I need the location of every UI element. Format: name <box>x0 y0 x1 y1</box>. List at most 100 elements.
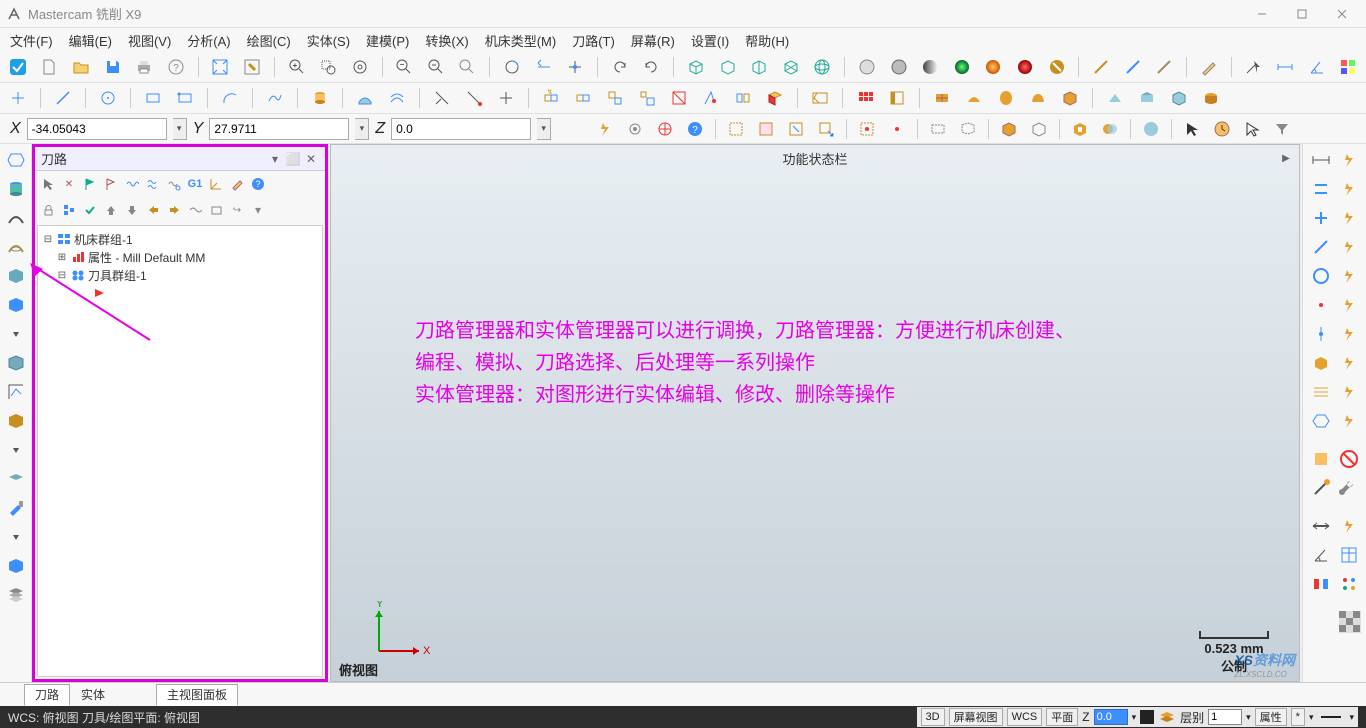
status-star-button[interactable]: * <box>1291 708 1305 726</box>
xform-3-icon[interactable] <box>603 86 627 110</box>
r-circle-icon[interactable] <box>1309 264 1333 288</box>
surf-g-icon[interactable] <box>1135 86 1159 110</box>
surface-2-icon[interactable] <box>385 86 409 110</box>
status-linetype-dd-icon[interactable]: ▾ <box>1349 712 1354 723</box>
point-icon[interactable] <box>6 86 30 110</box>
ribbon-curve-icon[interactable] <box>4 206 28 230</box>
ptb-up-icon[interactable] <box>102 201 120 219</box>
solid-sphere-icon[interactable] <box>1139 117 1163 141</box>
ribbon-drop2-icon[interactable] <box>4 438 28 462</box>
menu-screen[interactable]: 屏幕(R) <box>625 29 681 52</box>
ptb-flagx-icon[interactable] <box>102 175 120 193</box>
circle-tool-icon[interactable] <box>96 86 120 110</box>
status-layer-icon[interactable] <box>1158 710 1176 724</box>
status-color-swatch[interactable] <box>1140 710 1154 724</box>
solid-cut-icon[interactable] <box>1068 117 1092 141</box>
r-diag-icon[interactable] <box>1309 235 1333 259</box>
menu-solid[interactable]: 实体(S) <box>301 29 356 52</box>
ptb-wave-icon[interactable] <box>123 175 141 193</box>
solid-wire-icon[interactable] <box>1027 117 1051 141</box>
pan-view-icon[interactable] <box>563 55 587 79</box>
r-probe-icon[interactable] <box>1309 476 1333 500</box>
ribbon-box-icon[interactable] <box>4 409 28 433</box>
grid-icon[interactable] <box>853 86 877 110</box>
ptb-q-icon[interactable]: ↪ <box>228 201 246 219</box>
tree-tool-group[interactable]: ⊟ 刀具群组-1 <box>42 266 318 284</box>
status-attr-button[interactable]: 属性 <box>1255 708 1287 726</box>
ribbon-cyl-icon[interactable] <box>4 177 28 201</box>
ptb-cursor-icon[interactable] <box>39 175 57 193</box>
trim-3-icon[interactable] <box>494 86 518 110</box>
r-dott-icon[interactable] <box>1309 322 1333 346</box>
menu-toolpath[interactable]: 刀路(T) <box>566 29 621 52</box>
panel-close-icon[interactable]: ✕ <box>303 151 319 167</box>
status-plane-button[interactable]: 平面 <box>1046 708 1078 726</box>
rect2-tool-icon[interactable] <box>173 86 197 110</box>
ptb-approve-icon[interactable] <box>81 201 99 219</box>
r-bolt3-icon[interactable] <box>1337 206 1361 230</box>
r-bolt4-icon[interactable] <box>1337 235 1361 259</box>
xform-1-icon[interactable]: ↯ <box>539 86 563 110</box>
status-z-dd-icon[interactable]: ▾ <box>1132 712 1137 723</box>
menu-model[interactable]: 建模(P) <box>360 29 415 52</box>
tab-main-view-panel[interactable]: 主视图面板 <box>156 684 238 706</box>
r-bolt6-icon[interactable] <box>1337 293 1361 317</box>
fit-screen-icon[interactable] <box>209 55 233 79</box>
z-dropdown-icon[interactable]: ▾ <box>537 118 551 140</box>
close-button[interactable] <box>1324 3 1360 25</box>
check-icon[interactable] <box>6 55 30 79</box>
tab-solid[interactable]: 实体 <box>70 684 116 706</box>
rotate-view-icon[interactable] <box>500 55 524 79</box>
r-table-icon[interactable] <box>1337 543 1361 567</box>
xform-7-icon[interactable] <box>731 86 755 110</box>
y-dropdown-icon[interactable]: ▾ <box>355 118 369 140</box>
r-width-icon[interactable] <box>1309 514 1333 538</box>
status-linetype-icon[interactable] <box>1321 716 1341 718</box>
surf-e-icon[interactable] <box>1058 86 1082 110</box>
sel-single-icon[interactable] <box>885 117 909 141</box>
ribbon-sketch-icon[interactable] <box>4 380 28 404</box>
r-mirror-icon[interactable] <box>1309 572 1333 596</box>
r-bolt7-icon[interactable] <box>1337 322 1361 346</box>
surf-h-icon[interactable] <box>1167 86 1191 110</box>
xform-2-icon[interactable] <box>571 86 595 110</box>
cursor-icon[interactable] <box>1180 117 1204 141</box>
zoom-out-icon[interactable]: − <box>392 55 416 79</box>
tree-area[interactable]: ⊟ 机床群组-1 ⊞ 属性 - Mill Default MM ⊟ 刀具群组-1 <box>37 225 323 677</box>
solid-box-icon[interactable] <box>997 117 1021 141</box>
surface-1-icon[interactable] <box>353 86 377 110</box>
r-dots4-icon[interactable] <box>1337 572 1361 596</box>
shade-red-icon[interactable] <box>1013 55 1037 79</box>
tree-collapse-icon[interactable]: ⊟ <box>42 234 54 245</box>
save-icon[interactable] <box>101 55 125 79</box>
viewport[interactable]: ▶ 功能状态栏 刀路管理器和实体管理器可以进行调换，刀路管理器：方便进行机床创建… <box>330 144 1300 682</box>
line-tool-icon[interactable] <box>51 86 75 110</box>
undo-icon[interactable] <box>608 55 632 79</box>
clock-icon[interactable] <box>1210 117 1234 141</box>
dim-line-icon[interactable] <box>1273 55 1297 79</box>
maximize-button[interactable] <box>1284 3 1320 25</box>
r-angle-icon[interactable] <box>1309 543 1333 567</box>
r-swatch-icon[interactable] <box>1309 447 1333 471</box>
ptb-g1-label[interactable]: G1 <box>186 175 204 193</box>
ribbon-stack-icon[interactable] <box>4 583 28 607</box>
status-z-input[interactable] <box>1094 709 1128 725</box>
globe-icon[interactable] <box>811 55 835 79</box>
status-wcs-button[interactable]: WCS <box>1007 708 1043 726</box>
ribbon-blend-icon[interactable] <box>4 264 28 288</box>
status-layer-dd-icon[interactable]: ▾ <box>1246 712 1251 723</box>
cursor2-icon[interactable] <box>1240 117 1264 141</box>
status-screen-button[interactable]: 屏幕视图 <box>949 708 1003 726</box>
menu-xform[interactable]: 转换(X) <box>419 29 474 52</box>
dim-angle-icon[interactable] <box>1305 55 1329 79</box>
r-hex-icon[interactable] <box>1309 409 1333 433</box>
surf-a-icon[interactable] <box>930 86 954 110</box>
r-bolt10-icon[interactable] <box>1337 409 1361 433</box>
pencil-icon[interactable] <box>1197 55 1221 79</box>
grid-colors-icon[interactable] <box>1336 55 1360 79</box>
shade-orange-icon[interactable] <box>982 55 1006 79</box>
status-attr-dd-icon[interactable]: ▾ <box>1309 712 1314 723</box>
wireframe-front-icon[interactable] <box>716 55 740 79</box>
sel-all-icon[interactable] <box>754 117 778 141</box>
redo-icon[interactable] <box>640 55 664 79</box>
